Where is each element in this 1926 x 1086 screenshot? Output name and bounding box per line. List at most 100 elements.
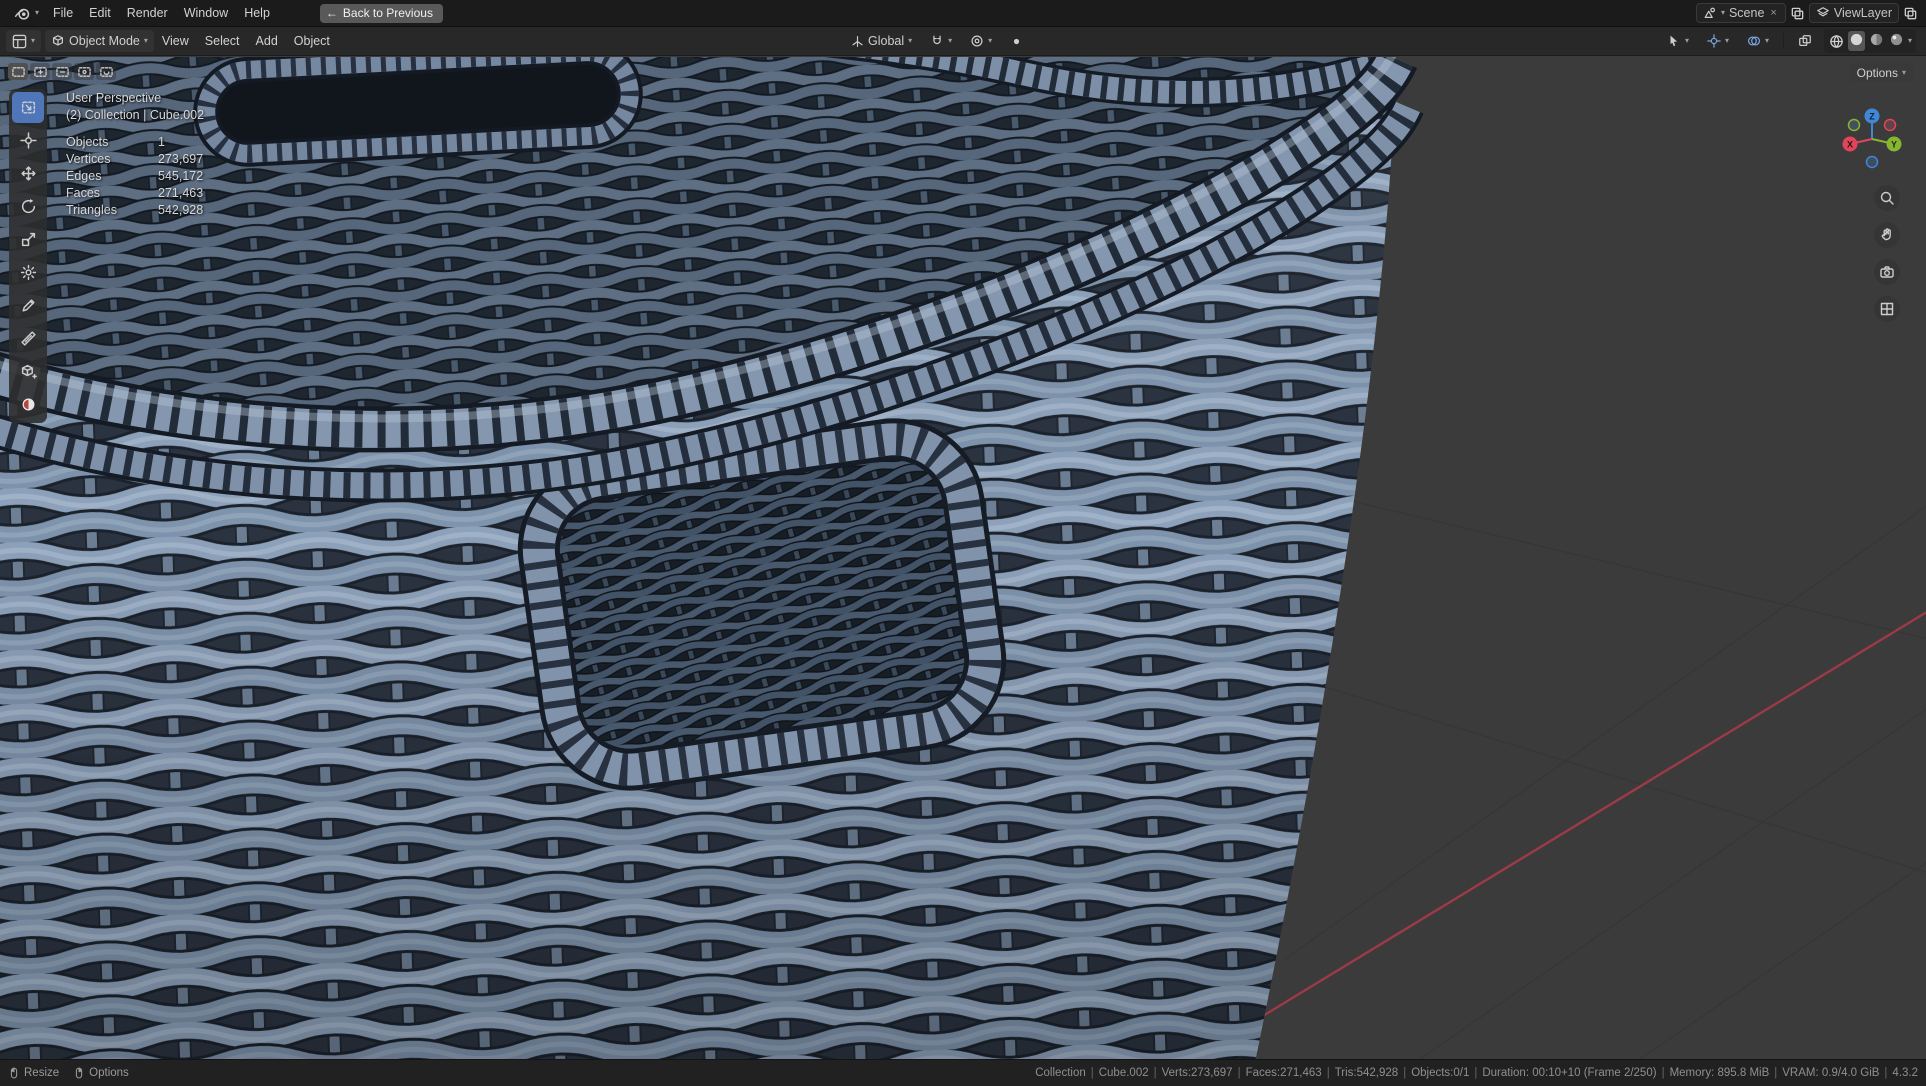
hint-options-label: Options xyxy=(89,1067,129,1079)
wireframe-sphere-icon xyxy=(1830,34,1843,48)
overlays-toggle[interactable]: ▾ xyxy=(1741,30,1775,52)
solid-sphere-icon xyxy=(1850,33,1863,46)
gizmo-neg-y-axis[interactable] xyxy=(1847,118,1861,132)
sb-duration: Duration: 00:10+10 (Frame 2/250) xyxy=(1482,1067,1657,1079)
scene-selector[interactable]: ▾ Scene × xyxy=(1695,3,1786,23)
mode-selector[interactable]: Object Mode ▾ xyxy=(45,30,154,52)
chevron-down-icon: ▾ xyxy=(908,36,913,45)
pan-button[interactable] xyxy=(1874,222,1900,248)
xray-icon xyxy=(1799,35,1811,46)
view-name: User Perspective xyxy=(66,91,162,105)
menu-help[interactable]: Help xyxy=(236,3,278,23)
statusbar-stats: Collection | Cube.002 | Verts:273,697 | Fac… xyxy=(1035,1067,1918,1079)
tool-extras[interactable] xyxy=(12,389,44,420)
sb-objects: Objects:0/1 xyxy=(1411,1067,1470,1079)
orthographic-toggle-button[interactable] xyxy=(1874,296,1900,322)
shading-wireframe-button[interactable] xyxy=(1828,33,1845,50)
viewport-3d[interactable]: Options ▾ User Perspective (2) Collectio… xyxy=(0,57,1926,1059)
new-viewlayer-icon[interactable] xyxy=(1903,6,1918,21)
select-mode-intersect-button[interactable] xyxy=(96,63,116,80)
select-mode-row xyxy=(8,63,116,80)
select-mode-invert-button[interactable] xyxy=(74,63,94,80)
mouse-hint-resize: Resize xyxy=(8,1066,59,1080)
chevron-down-icon: ▾ xyxy=(988,36,993,45)
stats-overlay: User Perspective (2) Collection | Cube.0… xyxy=(66,90,204,219)
material-sphere-icon xyxy=(1870,33,1883,46)
editor-type-button[interactable]: ▾ xyxy=(6,30,42,52)
tool-add-cube[interactable] xyxy=(12,356,44,387)
proportional-falloff-button[interactable] xyxy=(1004,30,1029,52)
scene-name: Scene xyxy=(1728,6,1765,20)
new-scene-icon[interactable] xyxy=(1790,6,1805,21)
tool-measure[interactable] xyxy=(12,323,44,354)
chevron-down-icon: ▾ xyxy=(1901,67,1906,77)
stat-triangles: Triangles 542,928 xyxy=(66,203,204,217)
menu-edit[interactable]: Edit xyxy=(81,3,119,23)
orientation-icon xyxy=(852,35,863,47)
proportional-editing-toggle[interactable]: ▾ xyxy=(964,30,998,52)
chevron-down-icon: ▾ xyxy=(1907,36,1912,45)
tool-scale[interactable] xyxy=(12,224,44,255)
camera-icon xyxy=(1880,266,1894,278)
select-mode-set-button[interactable] xyxy=(8,63,28,80)
tool-move[interactable] xyxy=(12,158,44,189)
right-mouse-icon xyxy=(76,1067,83,1079)
magnet-icon xyxy=(933,35,941,45)
sb-tris: Tris:542,928 xyxy=(1334,1067,1399,1079)
navigation-gizmo[interactable]: Z X Y xyxy=(1834,101,1910,177)
zoom-button[interactable] xyxy=(1874,185,1900,211)
chevron-down-icon: ▾ xyxy=(143,36,148,45)
sb-vram: VRAM: 0.9/4.0 GiB xyxy=(1782,1067,1880,1079)
menu-object[interactable]: Object xyxy=(286,31,338,51)
shading-mode-group: ▾ xyxy=(1823,29,1916,53)
shading-material-button[interactable] xyxy=(1868,31,1885,51)
back-arrow-icon: ← xyxy=(325,6,338,20)
viewport-nav-buttons xyxy=(1874,185,1900,322)
divider xyxy=(1782,33,1784,49)
viewlayer-selector[interactable]: ViewLayer xyxy=(1808,3,1899,23)
shading-solid-button[interactable] xyxy=(1847,31,1865,51)
object-visibility-dropdown[interactable]: ▾ xyxy=(1661,30,1695,52)
blender-logo-icon[interactable]: ▾ xyxy=(8,2,45,24)
sb-object: Cube.002 xyxy=(1098,1067,1149,1079)
sb-faces: Faces:271,463 xyxy=(1245,1067,1322,1079)
grid-icon xyxy=(1880,302,1894,316)
tool-transform[interactable] xyxy=(12,257,44,288)
menu-view[interactable]: View xyxy=(154,31,197,51)
sb-verts: Verts:273,697 xyxy=(1161,1067,1233,1079)
sb-memory: Memory: 895.8 MiB xyxy=(1669,1067,1770,1079)
tool-cursor[interactable] xyxy=(12,125,44,156)
menu-render[interactable]: Render xyxy=(119,3,176,23)
gizmo-neg-z-axis[interactable] xyxy=(1865,155,1879,169)
transform-orientation-selector[interactable]: Global ▾ xyxy=(845,30,918,52)
rendered-sphere-icon xyxy=(1890,33,1903,46)
xray-toggle[interactable] xyxy=(1792,30,1818,52)
shading-rendered-button[interactable] xyxy=(1888,31,1905,51)
back-to-previous-button[interactable]: ← Back to Previous xyxy=(319,3,443,23)
options-button[interactable]: Options ▾ xyxy=(1848,63,1914,82)
editor-3d-viewport-icon xyxy=(12,34,27,48)
select-mode-extend-button[interactable] xyxy=(30,63,50,80)
snapping-toggle[interactable]: ▾ xyxy=(924,30,958,52)
tool-select-box[interactable] xyxy=(12,92,44,123)
menu-add[interactable]: Add xyxy=(248,31,286,51)
left-mouse-icon xyxy=(10,1067,18,1079)
back-to-previous-label: Back to Previous xyxy=(342,6,433,20)
gizmo-neg-x-axis[interactable] xyxy=(1883,118,1897,132)
camera-view-button[interactable] xyxy=(1874,259,1900,285)
hint-resize-label: Resize xyxy=(24,1067,60,1079)
overlays-icon xyxy=(1747,36,1761,46)
tool-annotate[interactable] xyxy=(12,290,44,321)
select-mode-subtract-button[interactable] xyxy=(52,63,72,80)
toolbar xyxy=(9,89,47,423)
gizmos-toggle[interactable]: ▾ xyxy=(1701,30,1735,52)
unlink-scene-icon[interactable]: × xyxy=(1768,7,1778,19)
topbar: ▾ File Edit Render Window Help ← Back to… xyxy=(0,0,1926,27)
viewlayer-icon xyxy=(1816,7,1829,17)
menu-window[interactable]: Window xyxy=(176,3,236,23)
tool-rotate[interactable] xyxy=(12,191,44,222)
menu-file[interactable]: File xyxy=(45,3,81,23)
menu-select[interactable]: Select xyxy=(197,31,248,51)
chevron-down-icon: ▾ xyxy=(1764,36,1769,45)
chevron-down-icon: ▾ xyxy=(948,36,953,45)
